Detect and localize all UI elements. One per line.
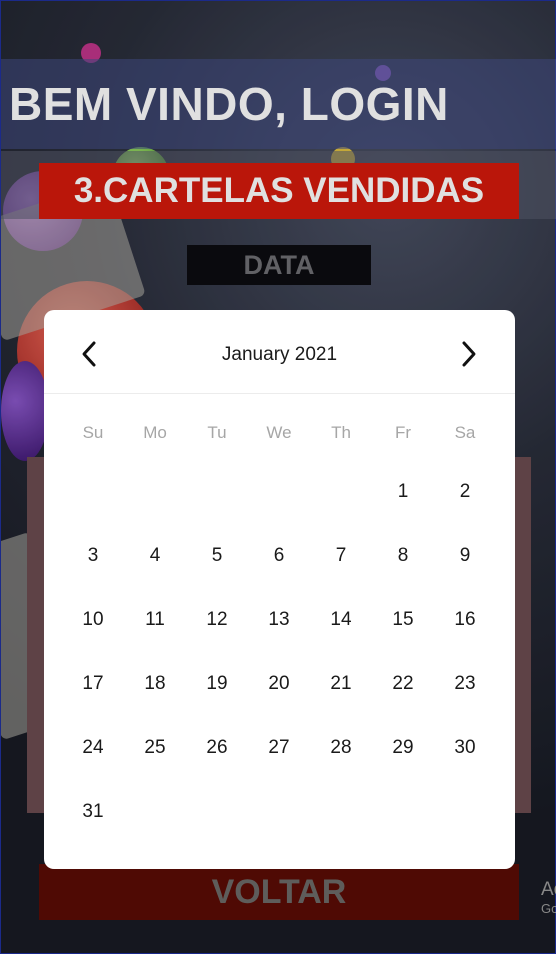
weekday-label: Sa (454, 423, 476, 442)
day-cell[interactable]: 26 (186, 716, 248, 780)
weekday-label: Tu (207, 423, 227, 442)
weekday-label: Fr (394, 423, 412, 442)
day-grid: 1 2 3 4 5 6 7 8 9 10 11 12 13 14 15 16 17 18 19 20 21 22 23 24 2… (62, 460, 497, 844)
empty-day-cell (310, 460, 372, 524)
day-cell[interactable]: 19 (186, 652, 248, 716)
day-cell[interactable]: 9 (434, 524, 496, 588)
empty-day-cell (124, 460, 186, 524)
day-cell[interactable]: 18 (124, 652, 186, 716)
day-cell[interactable]: 10 (62, 588, 124, 652)
calendar-header: January 2021 (44, 310, 515, 394)
day-cell[interactable]: 16 (434, 588, 496, 652)
weekday-label: Su (82, 423, 104, 442)
empty-day-cell (186, 460, 248, 524)
month-title: January 2021 (221, 344, 338, 365)
day-cell[interactable]: 17 (62, 652, 124, 716)
day-cell[interactable]: 30 (434, 716, 496, 780)
day-cell[interactable]: 25 (124, 716, 186, 780)
weekday-label: We (266, 423, 292, 442)
day-cell[interactable]: 8 (372, 524, 434, 588)
chevron-right-icon (462, 341, 476, 367)
day-cell[interactable]: 29 (372, 716, 434, 780)
day-cell[interactable]: 28 (310, 716, 372, 780)
day-cell[interactable]: 4 (124, 524, 186, 588)
day-cell[interactable]: 14 (310, 588, 372, 652)
day-cell[interactable]: 11 (124, 588, 186, 652)
date-picker-dialog: January 2021 Su Mo Tu We Th Fr Sa 1 2 3 4 5 6 7 8 9 10 1… (44, 310, 515, 869)
day-cell[interactable]: 23 (434, 652, 496, 716)
day-cell[interactable]: 6 (248, 524, 310, 588)
next-month-button[interactable] (449, 336, 489, 372)
day-cell[interactable]: 2 (434, 460, 496, 524)
day-cell[interactable]: 5 (186, 524, 248, 588)
weekday-header-row: Su Mo Tu We Th Fr Sa (62, 423, 497, 443)
empty-day-cell (62, 460, 124, 524)
day-cell[interactable]: 27 (248, 716, 310, 780)
day-cell[interactable]: 1 (372, 460, 434, 524)
day-cell[interactable]: 15 (372, 588, 434, 652)
day-cell[interactable]: 24 (62, 716, 124, 780)
day-cell[interactable]: 13 (248, 588, 310, 652)
weekday-label: Th (331, 423, 351, 442)
empty-day-cell (248, 460, 310, 524)
day-cell[interactable]: 31 (62, 780, 124, 844)
day-cell[interactable]: 7 (310, 524, 372, 588)
weekday-label: Mo (143, 423, 167, 442)
day-cell[interactable]: 20 (248, 652, 310, 716)
day-cell[interactable]: 22 (372, 652, 434, 716)
day-cell[interactable]: 21 (310, 652, 372, 716)
day-cell[interactable]: 12 (186, 588, 248, 652)
day-cell[interactable]: 3 (62, 524, 124, 588)
